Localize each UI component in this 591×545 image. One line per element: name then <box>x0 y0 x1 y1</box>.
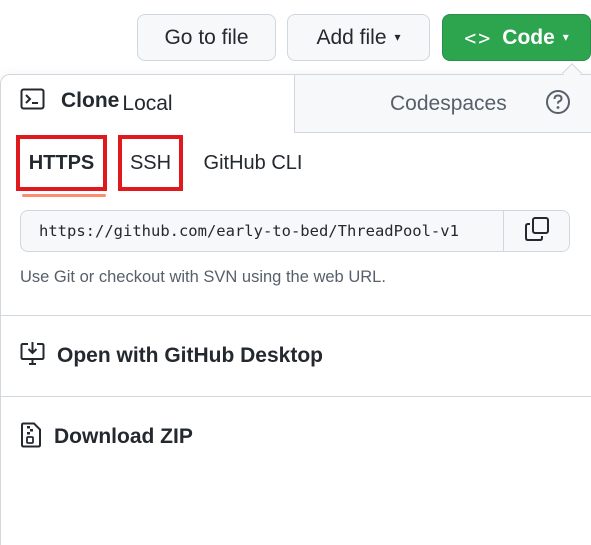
clone-hint: Use Git or checkout with SVN using the w… <box>20 268 386 286</box>
go-to-file-label: Go to file <box>164 25 249 49</box>
code-button[interactable]: <> Code ▾ <box>442 14 591 61</box>
tab-github-cli-label: GitHub CLI <box>203 151 303 174</box>
divider <box>0 315 591 316</box>
go-to-file-button[interactable]: Go to file <box>137 14 276 61</box>
tab-ssh[interactable]: SSH <box>118 135 183 191</box>
desktop-download-icon <box>20 341 45 372</box>
tab-https[interactable]: HTTPS <box>16 135 107 191</box>
open-with-desktop-label: Open with GitHub Desktop <box>57 344 323 367</box>
caret-down-icon: ▾ <box>394 29 401 44</box>
download-zip-label: Download ZIP <box>54 425 193 448</box>
tab-local-label: Local <box>122 92 173 115</box>
divider <box>0 396 591 397</box>
selected-tab-underline <box>22 194 106 197</box>
open-with-desktop-item[interactable]: Open with GitHub Desktop <box>20 341 323 371</box>
add-file-label: Add file <box>316 25 387 49</box>
copy-icon <box>524 216 550 247</box>
code-label: Code <box>502 25 555 49</box>
terminal-icon <box>20 88 45 115</box>
tab-https-label: HTTPS <box>28 151 95 174</box>
tab-github-cli[interactable]: GitHub CLI <box>198 135 308 191</box>
copy-url-button[interactable] <box>503 211 569 251</box>
clone-header: Clone <box>20 86 119 116</box>
clone-url-field[interactable]: https://github.com/early-to-bed/ThreadPo… <box>20 210 570 252</box>
tab-codespaces-label: Codespaces <box>390 91 507 115</box>
code-icon: <> <box>464 25 493 50</box>
add-file-button[interactable]: Add file ▾ <box>287 14 430 61</box>
file-zip-icon <box>20 422 42 453</box>
caret-down-icon: ▾ <box>562 29 569 44</box>
question-circle-icon[interactable] <box>545 89 571 115</box>
clone-url-text[interactable]: https://github.com/early-to-bed/ThreadPo… <box>21 211 503 251</box>
clone-title: Clone <box>61 89 120 112</box>
tab-ssh-label: SSH <box>129 151 172 174</box>
download-zip-item[interactable]: Download ZIP <box>20 422 193 452</box>
